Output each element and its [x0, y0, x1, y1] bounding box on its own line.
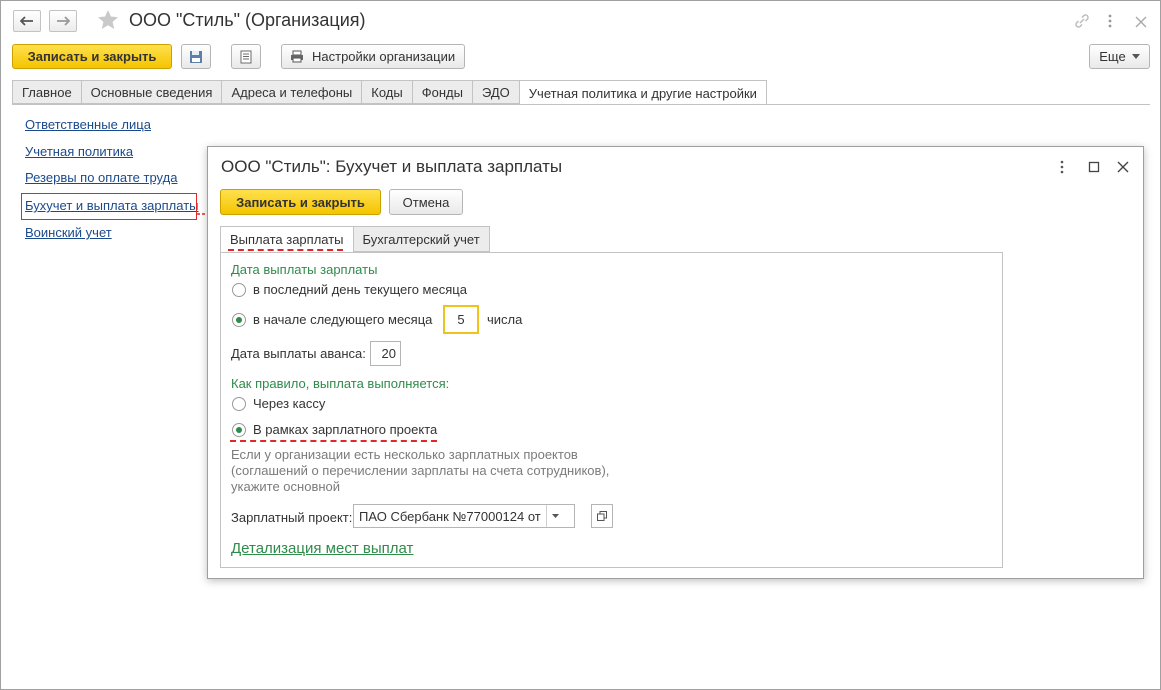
more-label: Еще — [1099, 49, 1126, 64]
tab-basic-info[interactable]: Основные сведения — [80, 80, 222, 104]
cash-label: Через кассу — [253, 396, 326, 411]
caret-down-icon — [1131, 54, 1140, 59]
salary-project-hint: Если у организации есть несколько зарпла… — [231, 447, 609, 495]
tab-main[interactable]: Главное — [12, 80, 81, 104]
highlight-box — [21, 193, 197, 220]
open-window-icon — [597, 511, 607, 521]
tab-codes[interactable]: Коды — [361, 80, 412, 104]
hint-line: (соглашений о перечислении зарплаты на с… — [231, 463, 610, 478]
window-title: ООО "Стиль" (Организация) — [129, 10, 366, 30]
sidebar-link-military[interactable]: Воинский учет — [25, 225, 112, 240]
maximize-icon[interactable] — [1088, 159, 1100, 175]
salary-dialog: ООО "Стиль": Бухучет и выплата зарплаты … — [207, 146, 1144, 579]
salary-project-value: ПАО Сбербанк №77000124 от 29.12 — [359, 509, 544, 524]
salary-date-group-title: Дата выплаты зарплаты — [231, 262, 378, 277]
open-project-button[interactable] — [591, 504, 613, 528]
day-of-month-value: 5 — [457, 312, 465, 327]
save-close-button[interactable]: Записать и закрыть — [12, 44, 172, 69]
cancel-button[interactable]: Отмена — [389, 189, 463, 215]
dialog-title: ООО "Стиль": Бухучет и выплата зарплаты — [221, 157, 563, 176]
salary-project-option-label: В рамках зарплатного проекта — [253, 422, 438, 437]
last-day-label: в последний день текущего месяца — [253, 282, 467, 297]
more-button[interactable]: Еще — [1089, 44, 1150, 69]
title-bar: ООО "Стиль" (Организация) — [1, 1, 1160, 41]
radio-salary-project[interactable] — [232, 423, 246, 437]
forward-button[interactable] — [49, 10, 77, 32]
tab-accounting-policy[interactable]: Учетная политика и другие настройки — [518, 80, 767, 105]
tab-funds[interactable]: Фонды — [411, 80, 472, 104]
save-button[interactable] — [181, 44, 211, 69]
advance-date-input[interactable]: 20 — [370, 341, 401, 366]
radio-cash[interactable] — [232, 397, 246, 411]
floppy-disk-icon — [190, 50, 202, 63]
dialog-close-icon[interactable] — [1116, 159, 1130, 175]
document-list-icon — [240, 50, 252, 63]
payment-places-link[interactable]: Детализация мест выплат — [231, 540, 413, 557]
tab-underline-marker — [228, 249, 343, 251]
sidebar-link-reserves[interactable]: Резервы по оплате труда — [25, 170, 177, 185]
radio-selected-dot — [236, 427, 242, 433]
advance-date-value: 20 — [381, 346, 396, 361]
day-of-month-input[interactable]: 5 — [443, 305, 479, 334]
arrow-right-icon — [57, 16, 70, 26]
radio-next-month[interactable] — [232, 313, 246, 327]
dialog-save-close-button[interactable]: Записать и закрыть — [220, 189, 381, 215]
tabs-divider — [12, 104, 1150, 105]
select-divider — [546, 505, 547, 527]
tab-edo[interactable]: ЭДО — [471, 80, 519, 104]
advance-date-label: Дата выплаты аванса: — [231, 346, 366, 361]
salary-project-label: Зарплатный проект: — [231, 510, 353, 525]
caret-down-icon[interactable] — [552, 514, 559, 519]
sidebar-link-responsible[interactable]: Ответственные лица — [25, 117, 151, 132]
more-vertical-icon[interactable] — [1103, 12, 1117, 30]
tab-accounting[interactable]: Бухгалтерский учет — [352, 226, 490, 252]
option-underline-marker — [230, 440, 437, 442]
org-settings-label: Настройки организации — [312, 49, 456, 64]
tab-addresses[interactable]: Адреса и телефоны — [221, 80, 362, 104]
command-bar: Записать и закрыть Настройки организации… — [1, 42, 1160, 72]
report-button[interactable] — [231, 44, 261, 69]
main-window: ООО "Стиль" (Организация) Записать и зак… — [0, 0, 1161, 690]
sidebar-link-policy[interactable]: Учетная политика — [25, 144, 133, 159]
link-icon[interactable] — [1073, 12, 1091, 30]
back-button[interactable] — [13, 10, 41, 32]
printer-icon — [291, 50, 303, 63]
salary-project-select[interactable]: ПАО Сбербанк №77000124 от 29.12 — [353, 504, 575, 528]
hint-line: укажите основной — [231, 479, 341, 494]
org-settings-button[interactable]: Настройки организации — [281, 44, 465, 69]
radio-selected-dot — [236, 317, 242, 323]
hint-line: Если у организации есть несколько зарпла… — [231, 447, 578, 462]
main-tabs: Главное Основные сведения Адреса и телеф… — [12, 80, 767, 105]
payment-method-group-title: Как правило, выплата выполняется: — [231, 376, 450, 391]
radio-last-day[interactable] — [232, 283, 246, 297]
favorite-star-icon[interactable] — [97, 9, 119, 31]
close-icon[interactable] — [1133, 12, 1149, 30]
salary-payment-panel: Дата выплаты зарплаты в последний день т… — [220, 252, 1003, 568]
dialog-more-icon[interactable] — [1059, 159, 1065, 175]
arrow-left-icon — [20, 16, 33, 26]
day-suffix-label: числа — [487, 312, 523, 327]
next-month-label: в начале следующего месяца — [253, 312, 433, 327]
